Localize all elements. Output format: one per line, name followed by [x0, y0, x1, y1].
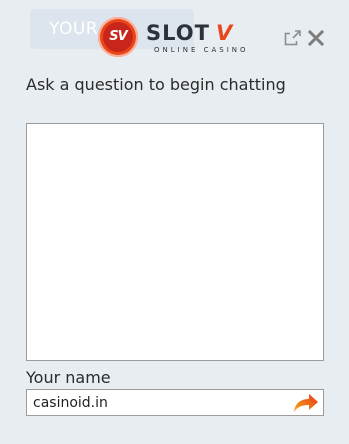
logo-subtitle: ONLINE CASINO — [154, 46, 249, 54]
logo-accent: V — [215, 21, 234, 45]
chat-log[interactable] — [26, 123, 324, 361]
logo-wordmark: SLOT V — [146, 21, 233, 45]
logo-badge: SV — [98, 17, 138, 57]
popout-icon[interactable] — [284, 29, 302, 47]
logo-word: SLOT — [146, 21, 210, 45]
chat-widget: YOUR SV SLOT V ONLINE CASINO Ask a questi… — [0, 0, 349, 444]
name-label: Your name — [26, 368, 111, 387]
logo-badge-text: SV — [103, 22, 133, 52]
name-input[interactable] — [26, 389, 324, 416]
slotv-logo: SV SLOT V ONLINE CASINO — [98, 17, 258, 57]
chat-prompt: Ask a question to begin chatting — [26, 75, 286, 94]
close-icon[interactable] — [307, 28, 325, 48]
send-arrow-icon[interactable] — [292, 391, 320, 415]
